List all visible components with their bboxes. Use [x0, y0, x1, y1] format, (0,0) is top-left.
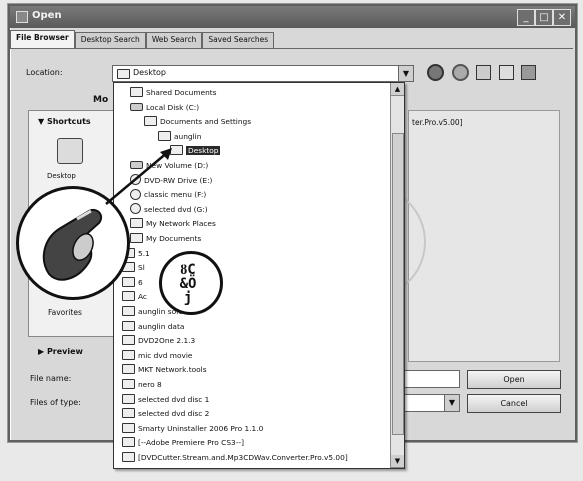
- up-folder-icon[interactable]: [476, 65, 492, 80]
- dropdown-scrollbar[interactable]: ▲ ▼: [390, 83, 404, 468]
- dropdown-item-label: My Network Places: [146, 219, 216, 229]
- dropdown-item-label: Ac: [138, 292, 147, 302]
- folder-icon: [122, 452, 135, 462]
- dropdown-item[interactable]: MKT Network.tools: [122, 364, 207, 376]
- tab-web-search[interactable]: Web Search: [145, 32, 203, 49]
- location-label: Location:: [26, 68, 63, 77]
- dropdown-item[interactable]: Local Disk (C:): [130, 102, 199, 114]
- close-icon[interactable]: ✕: [553, 9, 571, 26]
- view-options-icon[interactable]: [521, 65, 537, 80]
- forward-icon[interactable]: [451, 64, 469, 81]
- back-icon[interactable]: [427, 64, 444, 81]
- scroll-down-icon[interactable]: ▼: [391, 455, 404, 468]
- filename-input[interactable]: [400, 370, 460, 388]
- cancel-button[interactable]: Cancel: [467, 394, 561, 413]
- dropdown-item[interactable]: Shared Documents: [130, 87, 217, 99]
- dropdown-item-label: nero 8: [138, 380, 162, 389]
- chevron-down-icon[interactable]: ▼: [398, 66, 413, 81]
- filetype-select[interactable]: ▼: [400, 394, 460, 412]
- folder-icon: [117, 69, 130, 79]
- dropdown-item-label: mic dvd movie: [138, 350, 193, 360]
- dropdown-item[interactable]: My Documents: [130, 233, 201, 245]
- dropdown-item-label: MKT Network.tools: [138, 365, 207, 375]
- shortcuts-header-label: Shortcuts: [46, 117, 91, 126]
- desktop-shortcut-label[interactable]: Desktop: [47, 172, 76, 180]
- dropdown-item[interactable]: mic dvd movie: [122, 349, 193, 362]
- dropdown-item[interactable]: [--Adobe Premiere Pro CS3--]: [122, 437, 244, 449]
- app-icon: [16, 11, 28, 23]
- dropdown-item-label: selected dvd disc 1: [138, 394, 210, 404]
- dropdown-item[interactable]: Documents and Settings: [144, 116, 251, 128]
- dropdown-item[interactable]: [DVDCutter.Stream.and.Mp3CDWav.Converter…: [122, 452, 348, 464]
- dropdown-item-label: aunglin data: [138, 321, 185, 331]
- tab-saved-searches[interactable]: Saved Searches: [202, 32, 275, 49]
- dropdown-item[interactable]: Smarty Uninstaller 2006 Pro 1.1.0: [122, 422, 264, 435]
- dropdown-item-label: Documents and Settings: [160, 117, 252, 127]
- dropdown-item-label: Smarty Uninstaller 2006 Pro 1.1.0: [138, 423, 264, 433]
- folder-icon: [122, 379, 135, 389]
- filetype-label: Files of type:: [30, 398, 81, 407]
- dropdown-item-label: 5.1: [138, 248, 150, 258]
- folder-icon: [122, 335, 135, 346]
- folder-icon: [122, 422, 135, 433]
- file-list-pane: [408, 110, 560, 362]
- drive-icon: [130, 102, 143, 111]
- dropdown-item-label: Sl: [138, 263, 145, 273]
- pointer-arrow: [105, 148, 172, 205]
- folder-icon: [122, 349, 135, 360]
- tab-desktop-search[interactable]: Desktop Search: [74, 32, 146, 49]
- dropdown-item[interactable]: selected dvd disc 1: [122, 393, 210, 406]
- folder-icon: [130, 218, 143, 229]
- title-bar: Open _ □ ✕: [10, 6, 575, 28]
- filename-label: File name:: [30, 374, 72, 383]
- cursor-glyph: ȣC &Ö j: [179, 262, 197, 306]
- new-folder-icon[interactable]: [498, 65, 514, 80]
- folder-icon: [122, 437, 135, 448]
- chevron-down-icon[interactable]: ▼: [444, 395, 459, 411]
- dropdown-item[interactable]: selected dvd disc 2: [122, 408, 209, 420]
- dropdown-item-label: DVD2One 2.1.3: [138, 336, 196, 346]
- open-button[interactable]: Open: [467, 370, 561, 389]
- file-list-item[interactable]: ter.Pro.v5.00]: [412, 118, 463, 127]
- tab-panel-border: [10, 48, 573, 49]
- dropdown-item-label: 6: [138, 277, 143, 287]
- dropdown-item[interactable]: aunglin data: [122, 320, 185, 333]
- folder-icon: [144, 116, 157, 127]
- desktop-shortcut-icon[interactable]: [57, 138, 83, 164]
- dropdown-item-label: Shared Documents: [146, 88, 217, 97]
- favorites-label[interactable]: Favorites: [48, 308, 82, 317]
- folder-icon: [122, 364, 135, 375]
- minimize-icon[interactable]: _: [517, 9, 535, 26]
- scrollbar-thumb[interactable]: [392, 133, 404, 435]
- folder-icon: [130, 87, 143, 97]
- preview-header-label: Preview: [46, 347, 83, 356]
- toolbar: [427, 64, 541, 82]
- dropdown-item-label: [--Adobe Premiere Pro CS3--]: [138, 438, 244, 448]
- shortcuts-header[interactable]: ▼ Shortcuts: [38, 117, 91, 126]
- dropdown-item[interactable]: My Network Places: [130, 218, 216, 230]
- folder-icon: [130, 233, 143, 243]
- folder-icon: [122, 408, 135, 419]
- dropdown-item-label: Desktop: [186, 146, 221, 156]
- folder-icon: [122, 393, 135, 404]
- mode-label: Mo: [93, 95, 109, 105]
- tab-file-browser[interactable]: File Browser: [10, 30, 75, 49]
- dropdown-item[interactable]: DVD2One 2.1.3: [122, 335, 195, 347]
- dropdown-item-label: [DVDCutter.Stream.and.Mp3CDWav.Converter…: [138, 453, 348, 462]
- tab-bar: File Browser Desktop Search Web Search Save…: [10, 30, 275, 49]
- dropdown-item-label: Local Disk (C:): [146, 102, 200, 112]
- location-value: Desktop: [133, 68, 166, 77]
- scroll-up-icon[interactable]: ▲: [391, 83, 404, 96]
- dropdown-item-label: selected dvd disc 2: [138, 409, 210, 419]
- folder-icon: [122, 306, 135, 316]
- window-title: Open: [32, 10, 62, 21]
- folder-icon: [122, 320, 135, 331]
- maximize-icon[interactable]: □: [535, 9, 553, 26]
- dropdown-item[interactable]: nero 8: [122, 379, 162, 391]
- preview-header[interactable]: ▶ Preview: [38, 347, 83, 356]
- dropdown-item-label: My Documents: [146, 234, 202, 243]
- location-combo[interactable]: Desktop ▼: [112, 65, 414, 82]
